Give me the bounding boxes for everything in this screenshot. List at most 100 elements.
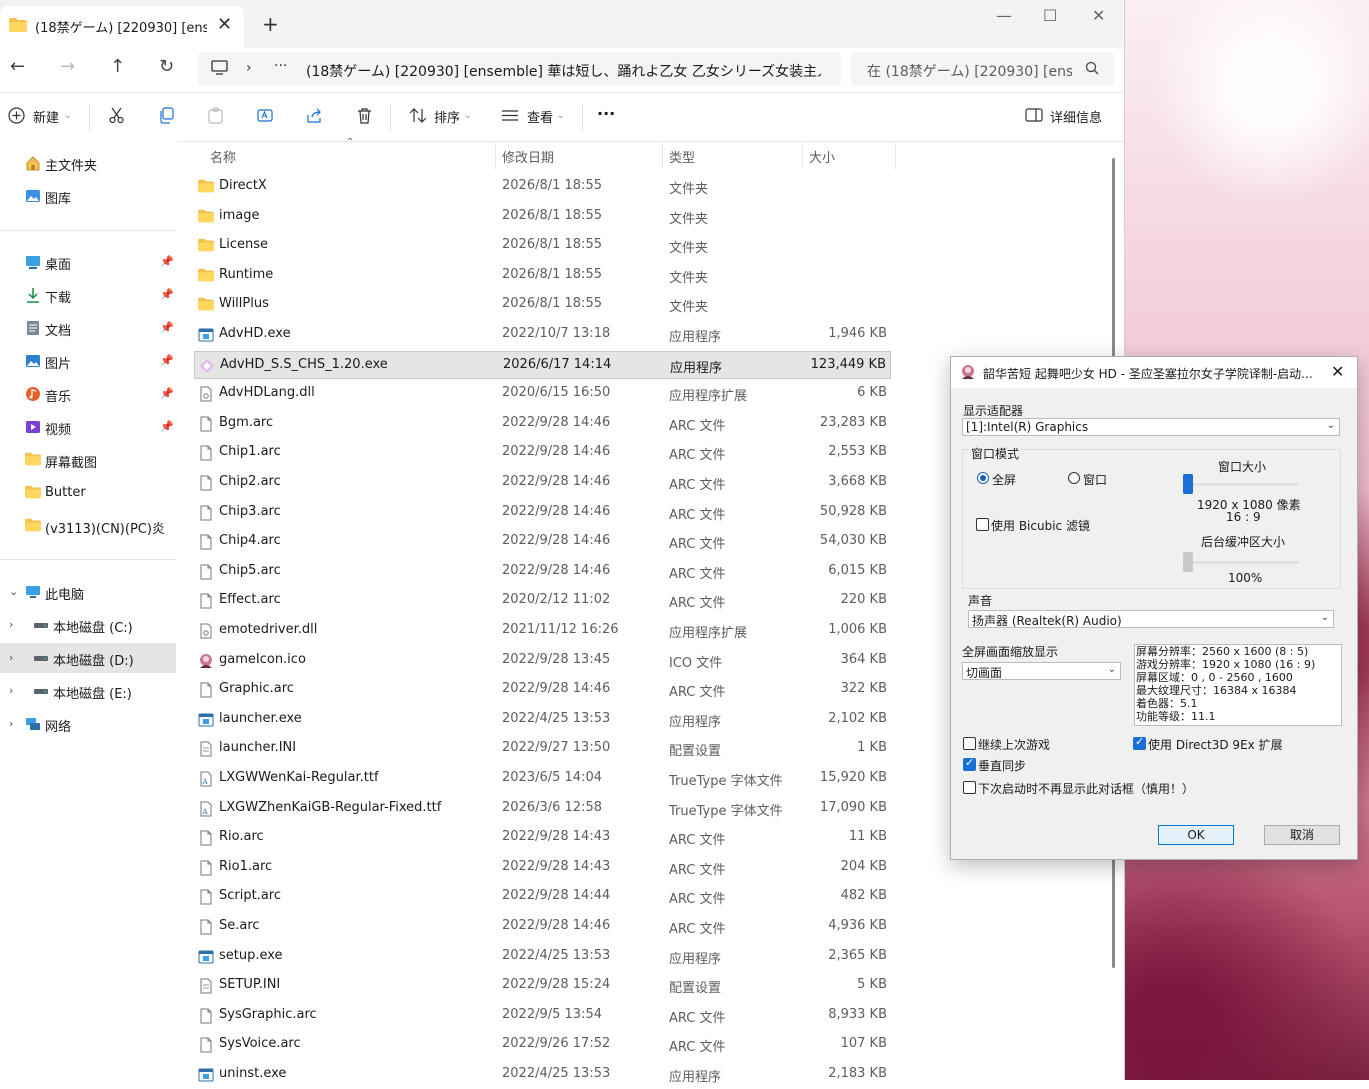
delete-icon[interactable] (356, 107, 373, 128)
file-row[interactable]: License 2026/8/1 18:55 文件夹 (194, 232, 891, 260)
column-divider[interactable] (802, 143, 803, 169)
file-row[interactable]: setup.exe 2022/4/25 13:53 应用程序 2,365 KB (194, 943, 891, 971)
more-options-button[interactable]: ··· (597, 104, 615, 123)
pin-icon[interactable]: 📌 (160, 387, 174, 400)
sidebar-item[interactable]: ⌄ 此电脑 (0, 577, 176, 607)
cancel-button[interactable]: 取消 (1264, 825, 1340, 845)
sidebar-item[interactable]: Butter (0, 478, 176, 508)
file-row[interactable]: AdvHDLang.dll 2020/6/15 16:50 应用程序扩展 6 KB (194, 380, 891, 408)
no-show-dialog-label[interactable]: 下次启动时不再显示此对话框（慎用！） (978, 780, 1194, 797)
file-row[interactable]: Bgm.arc 2022/9/28 14:46 ARC 文件 23,283 KB (194, 410, 891, 438)
up-button[interactable]: ↑ (110, 56, 125, 77)
sidebar-item[interactable]: 音乐 📌 (0, 379, 176, 409)
vsync-label[interactable]: 垂直同步 (978, 757, 1026, 774)
new-dropdown-chevron-icon[interactable]: ⌄ (64, 111, 72, 121)
windowed-radio[interactable] (1068, 472, 1080, 484)
sidebar-item[interactable]: › 网络 (0, 709, 176, 739)
sidebar-item[interactable]: › 本地磁盘 (C:) (0, 610, 176, 640)
pin-icon[interactable]: 📌 (160, 321, 174, 334)
chevron-right-icon[interactable]: › (9, 651, 13, 664)
file-row[interactable]: emotedriver.dll 2021/11/12 16:26 应用程序扩展 1,0… (194, 617, 891, 645)
ok-button[interactable]: OK (1158, 825, 1234, 845)
file-row[interactable]: image 2026/8/1 18:55 文件夹 (194, 203, 891, 231)
search-input[interactable]: 在 (18禁ゲーム) [220930] [ense (851, 52, 1114, 86)
sidebar-item[interactable]: 桌面 📌 (0, 247, 176, 277)
share-icon[interactable] (306, 107, 323, 128)
fullscreen-scale-select[interactable]: 切画面 ⌄ (962, 662, 1121, 680)
breadcrumb-overflow-button[interactable]: ··· (274, 58, 287, 74)
direct3d-checkbox[interactable] (1133, 735, 1146, 750)
file-row[interactable]: Chip2.arc 2022/9/28 14:46 ARC 文件 3,668 KB (194, 469, 891, 497)
view-icon[interactable] (501, 107, 519, 128)
fullscreen-label[interactable]: 全屏 (992, 471, 1016, 488)
close-button[interactable]: ✕ (1092, 6, 1105, 25)
chevron-down-icon[interactable]: ⌄ (9, 585, 18, 598)
pin-icon[interactable]: 📌 (160, 354, 174, 367)
copy-icon[interactable] (158, 107, 175, 128)
continue-game-label[interactable]: 继续上次游戏 (978, 736, 1050, 753)
view-dropdown-chevron-icon[interactable]: ⌄ (557, 111, 565, 121)
file-row[interactable]: launcher.exe 2022/4/25 13:53 应用程序 2,102 KB (194, 706, 891, 734)
column-header-size[interactable]: 大小 (809, 147, 835, 166)
file-row[interactable]: Rio.arc 2022/9/28 14:43 ARC 文件 11 KB (194, 824, 891, 852)
backbuffer-slider-track[interactable] (1183, 561, 1299, 564)
paste-icon[interactable] (207, 107, 224, 128)
file-row[interactable]: WillPlus 2026/8/1 18:55 文件夹 (194, 291, 891, 319)
file-row[interactable]: uninst.exe 2022/4/25 13:53 应用程序 2,183 KB (194, 1061, 891, 1089)
tab-close-icon[interactable]: ✕ (217, 14, 232, 35)
tab-current-folder[interactable]: (18禁ゲーム) [220930] [ensem ✕ (0, 6, 244, 48)
new-button[interactable]: 新建 (33, 107, 59, 126)
sound-device-select[interactable]: 扬声器 (Realtek(R) Audio) ⌄ (968, 610, 1334, 628)
bicubic-label[interactable]: 使用 Bicubic 滤镜 (991, 517, 1090, 534)
fullscreen-radio[interactable] (977, 472, 989, 484)
file-row[interactable]: Effect.arc 2020/2/12 11:02 ARC 文件 220 KB (194, 587, 891, 615)
file-row[interactable]: SysVoice.arc 2022/9/26 17:52 ARC 文件 107 KB (194, 1031, 891, 1059)
sidebar-item[interactable]: 视频 📌 (0, 412, 176, 442)
file-row[interactable]: Graphic.arc 2022/9/28 14:46 ARC 文件 322 KB (194, 676, 891, 704)
window-size-slider-track[interactable] (1183, 483, 1299, 486)
chevron-right-icon[interactable]: › (9, 684, 13, 697)
sidebar-item[interactable]: 图库 (0, 181, 176, 211)
minimize-button[interactable]: — (996, 6, 1012, 25)
pin-icon[interactable]: 📌 (160, 420, 174, 433)
pin-icon[interactable]: 📌 (160, 288, 174, 301)
file-row[interactable]: SysGraphic.arc 2022/9/5 13:54 ARC 文件 8,933 … (194, 1002, 891, 1030)
cut-icon[interactable] (108, 107, 125, 128)
column-header-date[interactable]: 修改日期 (502, 147, 554, 166)
file-row[interactable]: Chip3.arc 2022/9/28 14:46 ARC 文件 50,928 KB (194, 499, 891, 527)
sort-icon[interactable] (409, 107, 427, 128)
file-row[interactable]: Chip4.arc 2022/9/28 14:46 ARC 文件 54,030 KB (194, 528, 891, 556)
new-plus-icon[interactable] (8, 107, 25, 128)
bicubic-checkbox[interactable] (976, 518, 989, 531)
maximize-button[interactable]: ☐ (1043, 6, 1057, 25)
chevron-right-icon[interactable]: › (9, 618, 13, 631)
details-pane-icon[interactable] (1025, 107, 1043, 127)
continue-game-checkbox[interactable] (963, 737, 976, 750)
direct3d-label[interactable]: 使用 Direct3D 9Ex 扩展 (1148, 736, 1283, 753)
file-row[interactable]: Chip1.arc 2022/9/28 14:46 ARC 文件 2,553 KB (194, 439, 891, 467)
file-row[interactable]: A LXGWZhenKaiGB-Regular-Fixed.ttf 2026/3/6… (194, 795, 891, 823)
refresh-button[interactable]: ↻ (159, 56, 174, 77)
column-divider[interactable] (662, 143, 663, 169)
file-row[interactable]: Chip5.arc 2022/9/28 14:46 ARC 文件 6,015 KB (194, 558, 891, 586)
chevron-right-icon[interactable]: › (9, 717, 13, 730)
breadcrumb-path[interactable]: (18禁ゲーム) [220930] [ensemble] 華は短し、踊れよ乙女 … (306, 61, 821, 81)
no-show-dialog-checkbox[interactable] (963, 781, 976, 794)
adapter-select[interactable]: [1]:Intel(R) Graphics ⌄ (962, 418, 1340, 436)
back-button[interactable]: ← (10, 56, 25, 77)
new-tab-button[interactable]: + (262, 12, 279, 36)
file-row[interactable]: A LXGWWenKai-Regular.ttf 2023/6/5 14:04 Tru… (194, 765, 891, 793)
sidebar-item[interactable]: › 本地磁盘 (E:) (0, 676, 176, 706)
column-divider[interactable] (495, 143, 496, 169)
address-bar[interactable]: › ··· (18禁ゲーム) [220930] [ensemble] 華は短し、… (198, 52, 841, 86)
sidebar-item[interactable]: (v3113)(CN)(PC)炎 (0, 511, 176, 541)
file-row[interactable]: Rio1.arc 2022/9/28 14:43 ARC 文件 204 KB (194, 854, 891, 882)
file-row[interactable]: AdvHD_S.S_CHS_1.20.exe 2026/6/17 14:14 应用程… (194, 350, 891, 379)
file-row[interactable]: Runtime 2026/8/1 18:55 文件夹 (194, 262, 891, 290)
rename-icon[interactable] (257, 107, 274, 128)
sort-button[interactable]: 排序 (434, 107, 460, 126)
forward-button[interactable]: → (60, 56, 75, 77)
windowed-label[interactable]: 窗口 (1083, 471, 1107, 488)
file-row[interactable]: gameIcon.ico 2022/9/28 13:45 ICO 文件 364 KB (194, 647, 891, 675)
details-button[interactable]: 详细信息 (1050, 107, 1102, 126)
